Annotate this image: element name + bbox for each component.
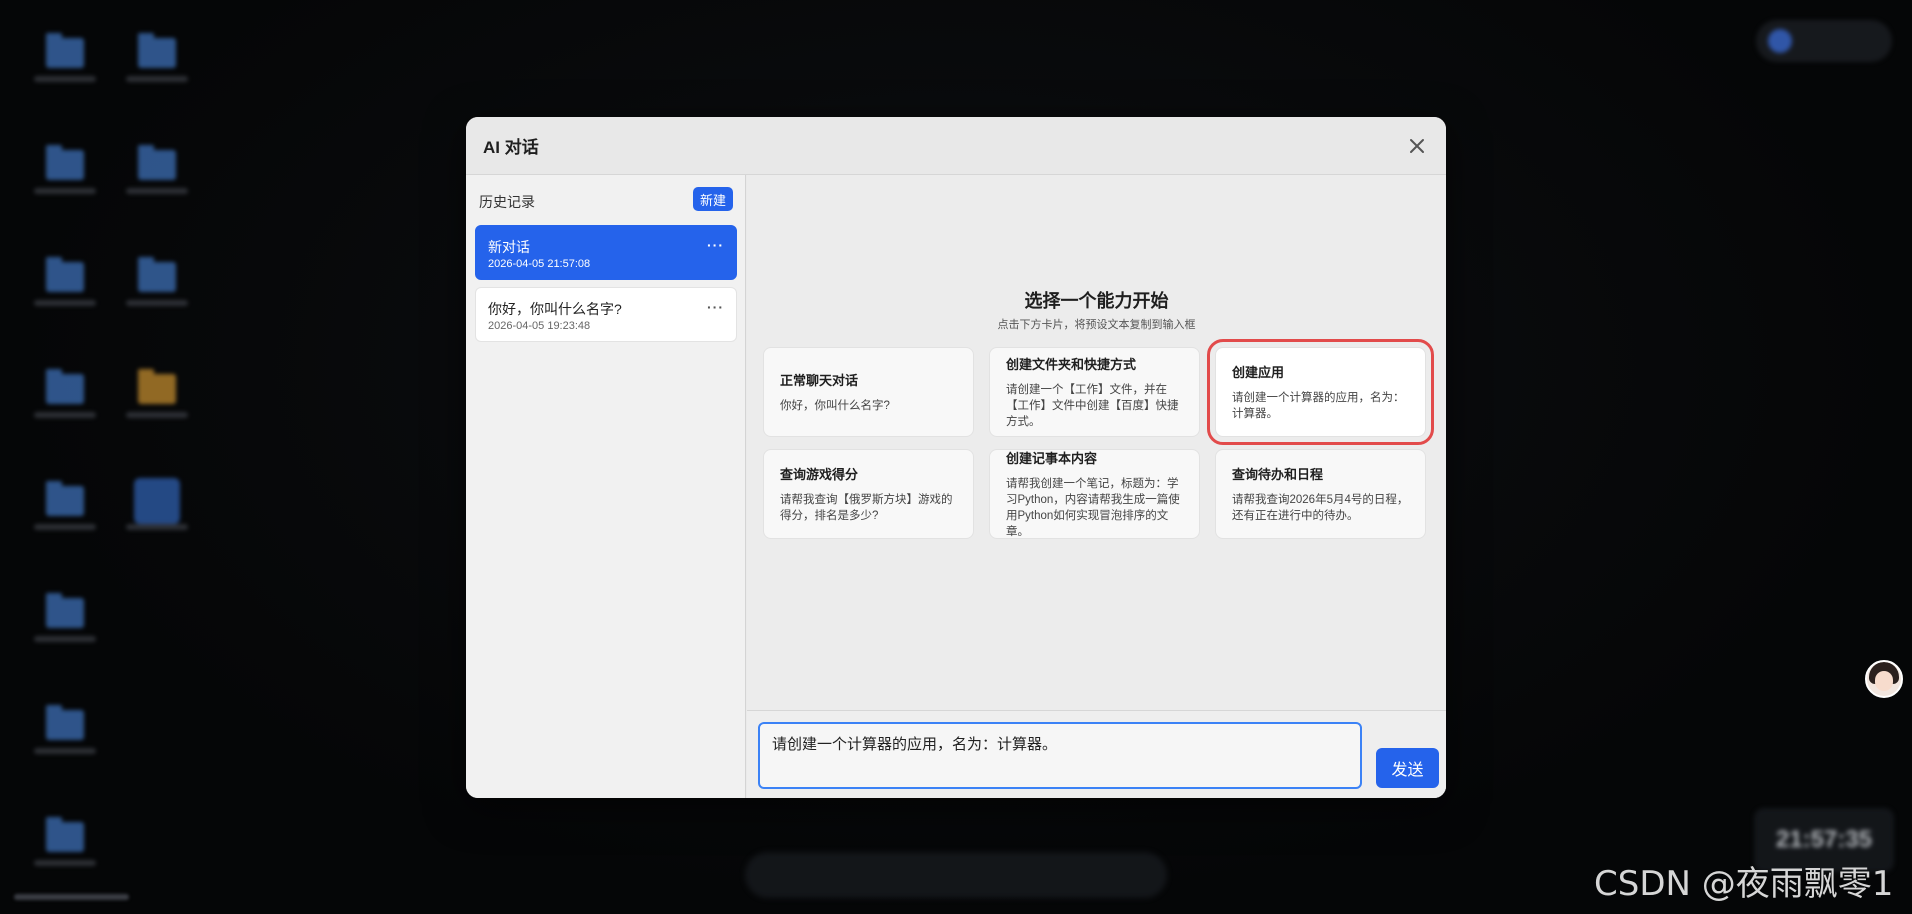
dialog-title: AI 对话 [483,138,539,157]
desktop-folder-icon[interactable] [122,142,192,232]
desktop-folder-icon[interactable] [122,366,192,456]
ai-chat-dialog: AI 对话 历史记录 新建 新对话 2026-04-05 21:57:08 ··… [466,117,1446,798]
card-description: 请帮我查询【俄罗斯方块】游戏的得分，排名是多少? [780,494,953,522]
conversation-time: 2026-04-05 19:23:48 [488,320,591,332]
chat-main-area: 选择一个能力开始 点击下方卡片，将预设文本复制到输入框 正常聊天对话 你好，你叫… [747,175,1446,798]
desktop-footer-text [14,894,129,900]
close-icon [1410,139,1424,153]
card-title: 创建记事本内容 [1006,451,1098,466]
card-title: 创建应用 [1232,365,1285,380]
history-label: 历史记录 [479,194,535,210]
close-button[interactable] [1406,135,1428,157]
capability-subheading: 点击下方卡片，将预设文本复制到输入框 [997,319,1196,331]
capability-card-chat[interactable]: 正常聊天对话 你好，你叫什么名字? [763,347,974,437]
desktop-folder-icon[interactable] [122,254,192,344]
desktop-folder-icon[interactable] [30,366,100,456]
card-description: 请创建一个计算器的应用，名为：计算器。 [1232,392,1405,420]
history-sidebar: 历史记录 新建 新对话 2026-04-05 21:57:08 ··· 你好，你… [466,175,746,798]
desktop-folder-icon[interactable] [30,478,100,568]
card-title: 查询待办和日程 [1232,467,1324,482]
sidebar-header: 历史记录 新建 [466,175,745,225]
capability-card-todo-schedule[interactable]: 查询待办和日程 请帮我查询2026年5月4号的日程，还有正在进行中的待办。 [1215,449,1426,539]
desktop-folder-icon[interactable] [122,30,192,120]
send-button[interactable]: 发送 [1376,748,1439,788]
desktop-folder-icon[interactable] [30,814,100,904]
card-description: 你好，你叫什么名字? [780,400,890,412]
capability-card-create-app[interactable]: 创建应用 请创建一个计算器的应用，名为：计算器。 [1207,339,1434,445]
capability-heading: 选择一个能力开始 [1024,291,1169,311]
more-options-icon[interactable]: ··· [707,299,724,315]
dialog-header: AI 对话 [466,117,1446,175]
assistant-avatar-icon[interactable] [1865,660,1903,698]
conversation-title: 新对话 [488,239,530,255]
more-options-icon[interactable]: ··· [707,237,724,253]
card-description: 请帮我查询2026年5月4号的日程，还有正在进行中的待办。 [1232,494,1409,522]
card-description: 请帮我创建一个笔记，标题为：学习Python，内容请帮我生成一篇使用Python… [1006,478,1180,538]
capability-card-game-score[interactable]: 查询游戏得分 请帮我查询【俄罗斯方块】游戏的得分，排名是多少? [763,449,974,539]
conversation-title: 你好，你叫什么名字? [488,301,622,317]
card-description: 请创建一个【工作】文件，并在【工作】文件中创建【百度】快捷方式。 [1006,384,1179,428]
desktop-folder-icon[interactable] [30,30,100,120]
taskbar[interactable] [745,852,1167,898]
desktop-app-icon[interactable] [122,478,192,568]
conversation-item-greeting[interactable]: 你好，你叫什么名字? 2026-04-05 19:23:48 ··· [475,287,737,342]
watermark: CSDN @夜雨飘零1 [1594,864,1894,904]
input-area: 请创建一个计算器的应用，名为：计算器。 发送 [747,710,1446,798]
conversation-item-new[interactable]: 新对话 2026-04-05 21:57:08 ··· [475,225,737,280]
desktop-folder-icon[interactable] [30,142,100,232]
new-conversation-button[interactable]: 新建 [693,187,733,211]
desktop-folder-icon[interactable] [30,590,100,680]
user-profile-pill[interactable] [1756,20,1892,62]
desktop-folder-icon[interactable] [30,702,100,792]
card-title: 正常聊天对话 [780,373,859,388]
conversation-time: 2026-04-05 21:57:08 [488,258,591,270]
capability-card-folder-shortcut[interactable]: 创建文件夹和快捷方式 请创建一个【工作】文件，并在【工作】文件中创建【百度】快捷… [989,347,1200,437]
capability-card-notepad[interactable]: 创建记事本内容 请帮我创建一个笔记，标题为：学习Python，内容请帮我生成一篇… [989,449,1200,539]
desktop-folder-icon[interactable] [30,254,100,344]
chat-input[interactable]: 请创建一个计算器的应用，名为：计算器。 [758,722,1362,789]
card-title: 查询游戏得分 [780,467,859,482]
card-title: 创建文件夹和快捷方式 [1006,357,1137,372]
